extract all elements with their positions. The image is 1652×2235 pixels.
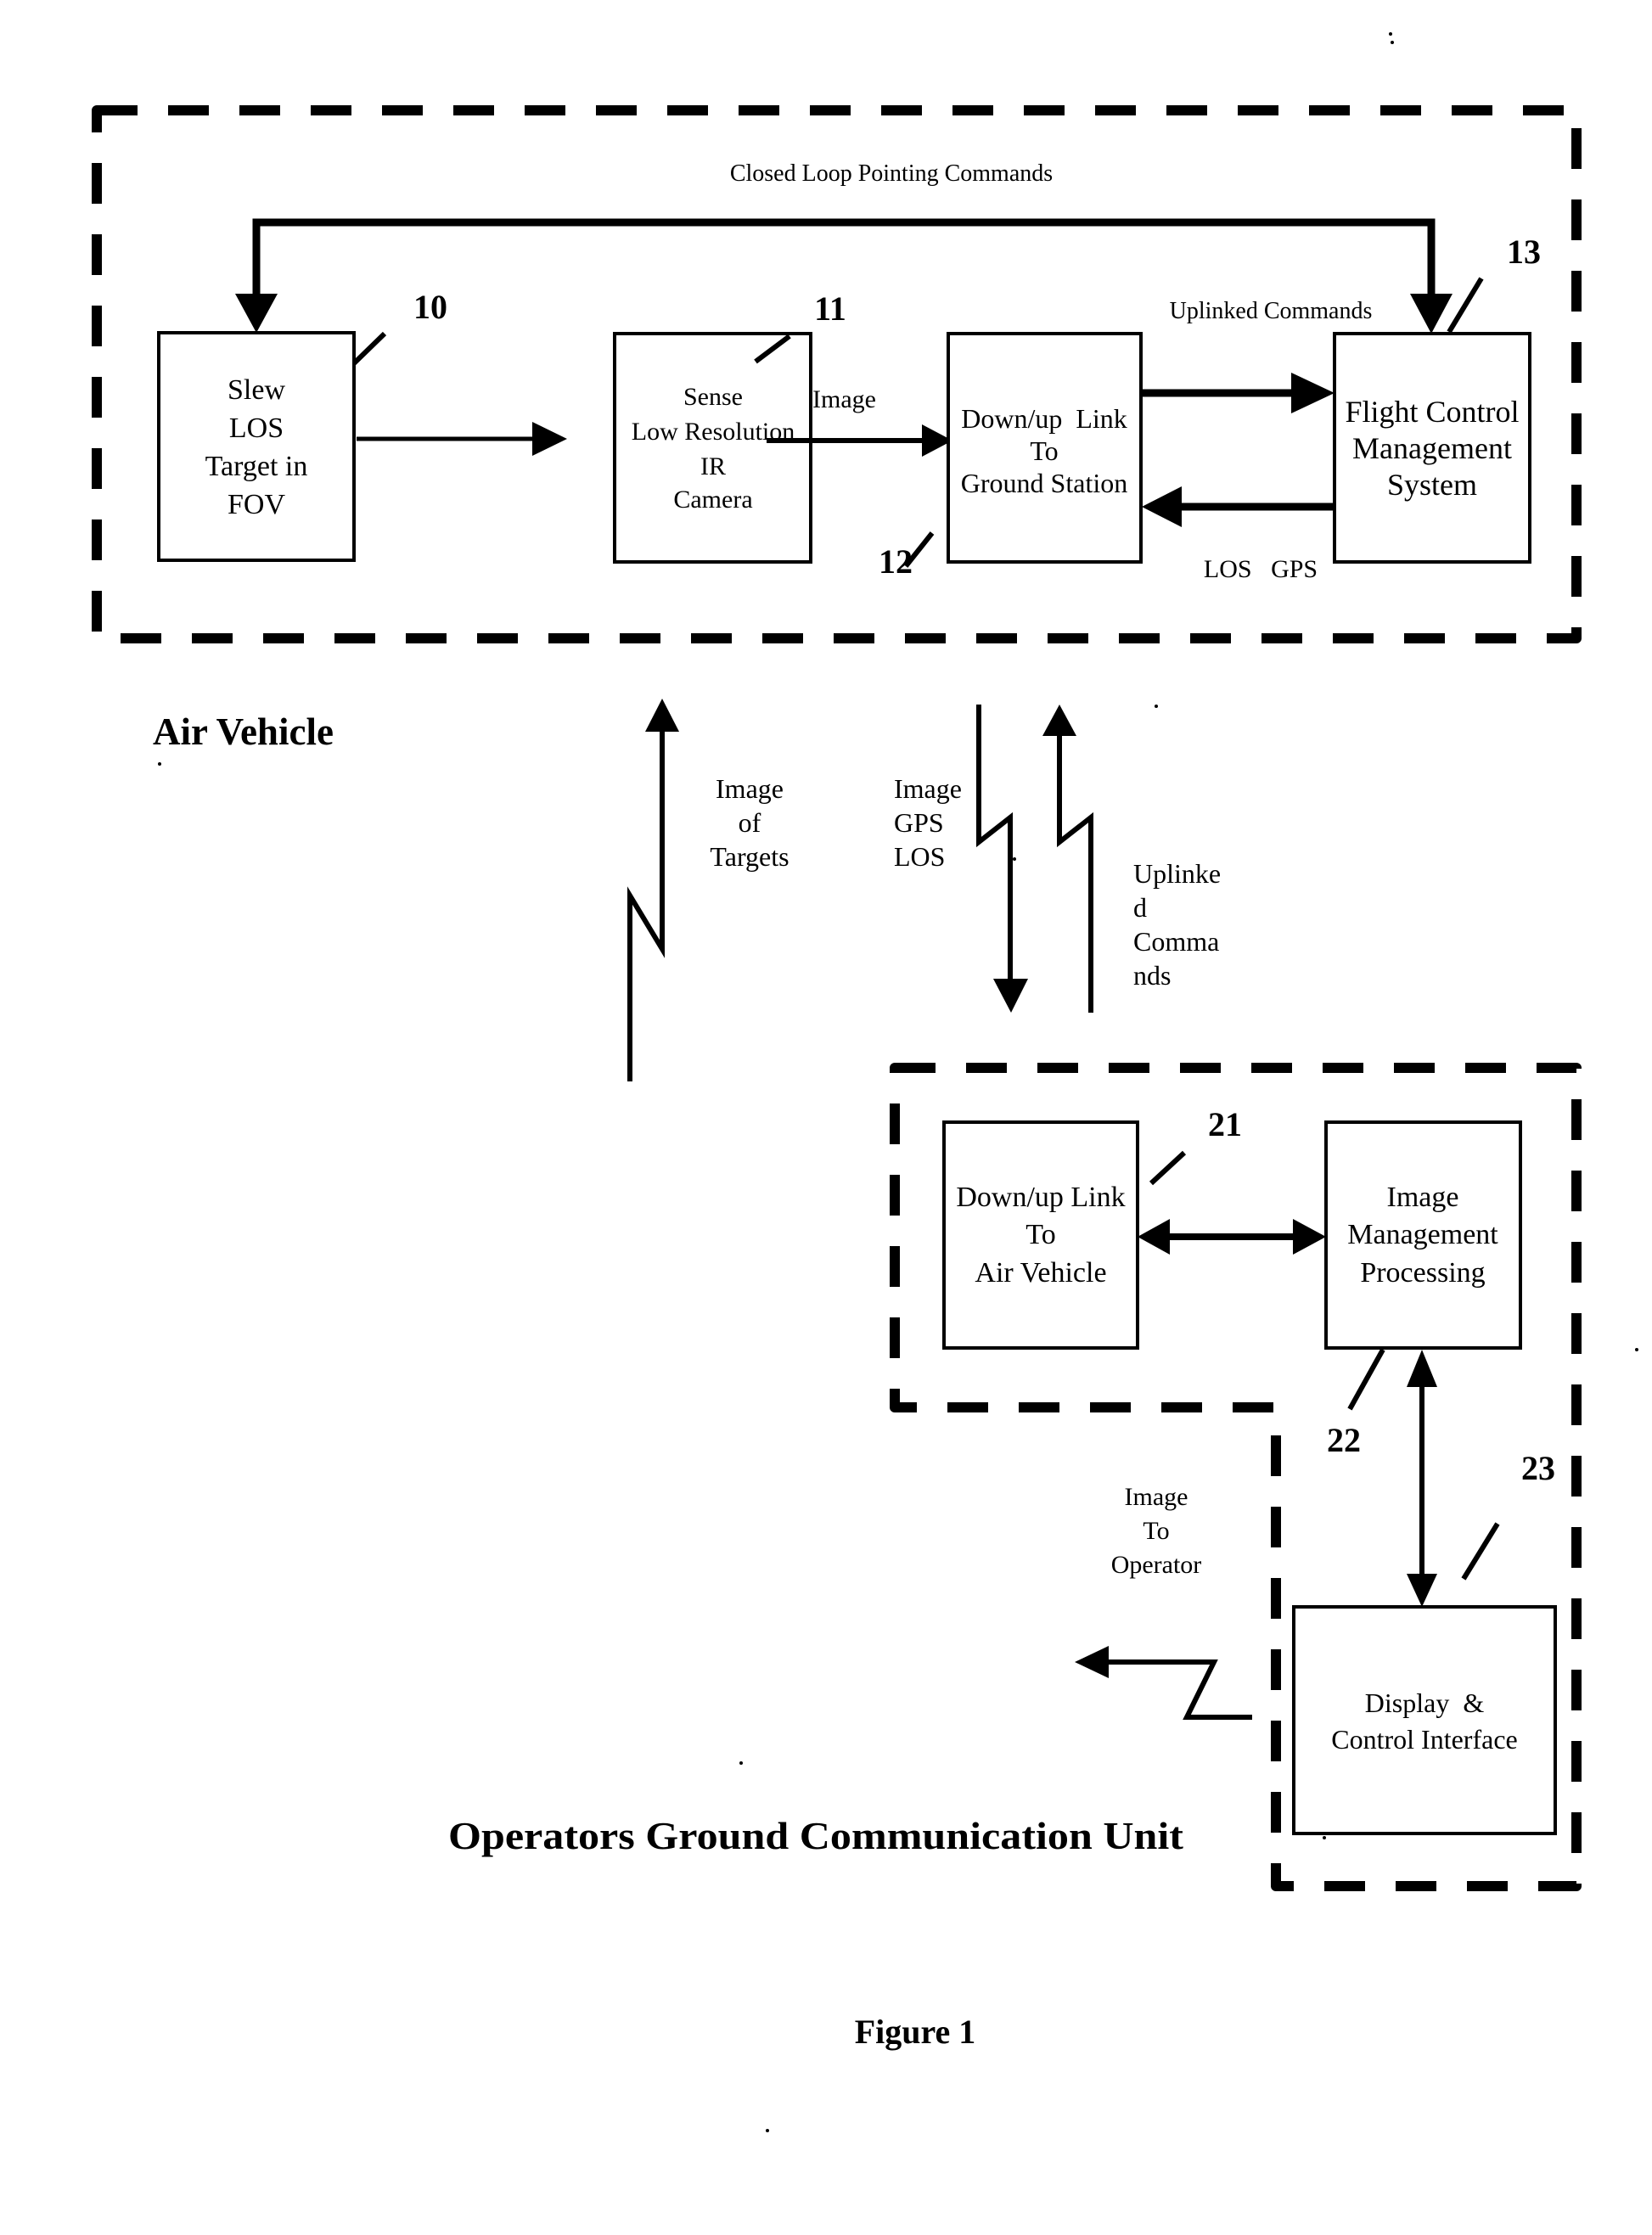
block-13-line: System [1387,468,1477,502]
block-11-line: IR [700,452,726,480]
block-10-line: FOV [228,489,285,520]
closed-loop-label: Closed Loop Pointing Commands [730,160,1053,187]
block-10-ref-number: 10 [413,288,447,326]
image-to-operator-label-line: Operator [1111,1551,1202,1579]
block-23-line: Display & [1365,1687,1485,1718]
arrow-10-to-11-head [532,422,567,456]
image-of-targets-label-line: Image [716,773,784,804]
arrow-13-to-12-head [1142,486,1182,527]
downlink-lightning-link [976,705,1013,981]
ground-unit-title: Operators Ground Communication Unit [448,1814,1184,1857]
block-23-leader-line [1461,1522,1500,1581]
air-vehicle-title: Air Vehicle [153,710,334,753]
block-23-ref-number: 23 [1521,1449,1555,1487]
uplink-label-line: Uplinke [1133,858,1221,889]
wireless-links: Image of Targets Image GPS LOS Uplinke d… [627,699,1221,1081]
uplink-label-line: Comma [1133,926,1219,957]
arrow-12-to-13-head [1291,373,1335,413]
block-13-leader-line [1447,277,1484,334]
image-to-operator-lightning-link [1106,1659,1252,1720]
block-23-line: Control Interface [1331,1724,1517,1755]
image-of-targets-arrowhead [645,699,679,732]
scan-speck [158,762,161,766]
block-13-ref-number: 13 [1507,233,1541,271]
los-gps-label: LOS GPS [1204,555,1318,583]
scan-speck [766,2129,769,2132]
system-block-diagram: Closed Loop Pointing Commands Slew LOS T… [92,32,1638,2132]
block-10-line: Target in [205,451,308,482]
block-13-line: Flight Control [1345,395,1519,429]
image-to-operator-label-line: To [1143,1517,1169,1545]
block-10-slew-los: Slew LOS Target in FOV 10 [157,288,447,562]
block-12-ref-number: 12 [879,542,913,581]
block-11-ref-number: 11 [814,289,846,328]
closed-loop-arrow-line [252,218,1436,295]
block-10-line: LOS [229,413,284,444]
block-23-box [1292,1605,1557,1835]
block-12-line: Down/up Link [961,403,1127,434]
block-21-ref-number: 21 [1208,1105,1242,1143]
downlink-label-line: LOS [894,841,945,872]
downlink-label-line: Image [894,773,962,804]
block-11-line: Sense [683,383,743,411]
scan-speck [1391,41,1394,44]
image-to-operator-arrowhead [1075,1646,1109,1678]
image-to-operator-label-line: Image [1125,1483,1188,1511]
block-13-line: Management [1352,431,1512,465]
image-of-targets-label-line: Targets [710,841,789,872]
downlink-label-line: GPS [894,807,944,838]
scan-speck [1013,857,1016,861]
image-of-targets-lightning-link [627,730,665,1081]
scan-speck [1389,32,1392,36]
block-21-line: To [1025,1219,1055,1250]
arrow-21-22-head-left [1138,1219,1170,1255]
scan-speck [1323,1836,1326,1839]
downlink-arrowhead [993,979,1028,1013]
block-11-line: Camera [673,486,752,514]
block-21-line: Air Vehicle [975,1257,1106,1289]
uplinked-commands-label: Uplinked Commands [1170,298,1373,324]
block-13-flight-control: Flight Control Management System 13 [1333,233,1541,564]
arrow-22-23-head-down [1407,1574,1437,1607]
arrow-22-23-head-up [1407,1350,1437,1387]
closed-loop-arrowhead-to-block-10 [235,294,278,333]
uplink-label-line: nds [1133,960,1171,991]
block-21-downlink-air-vehicle: Down/up Link To Air Vehicle 21 [942,1105,1242,1350]
uplink-arrowhead [1042,705,1076,736]
block-10-leader-line [351,331,387,366]
block-22-line: Image [1387,1182,1459,1213]
block-22-ref-number: 22 [1327,1421,1361,1459]
arrow-21-22-head-right [1293,1219,1326,1255]
scan-speck [1155,705,1158,708]
block-21-leader-line [1149,1150,1187,1186]
ground-unit-section: Down/up Link To Air Vehicle 21 Image Man… [890,1063,1582,1891]
block-12-downlink-ground-station: Down/up Link To Ground Station 12 [879,332,1143,581]
uplink-lightning-link [1057,734,1093,1013]
block-22-leader-line [1347,1348,1385,1411]
block-10-line: Slew [228,374,285,406]
block-22-line: Processing [1360,1257,1485,1289]
scan-speck [739,1761,743,1765]
image-arrow-label: Image [812,385,876,413]
block-22-line: Management [1347,1219,1498,1250]
scan-speck [1635,1348,1638,1351]
figure-caption: Figure 1 [855,2013,976,2051]
block-11-box [613,332,812,564]
block-12-line: Ground Station [961,468,1127,498]
block-11-ir-camera: Sense Low Resolution IR Camera 11 [613,289,846,564]
block-12-line: To [1030,435,1058,466]
uplink-label-line: d [1133,892,1147,923]
block-21-line: Down/up Link [956,1182,1125,1213]
block-10-box [157,331,356,562]
air-vehicle-section: Closed Loop Pointing Commands Slew LOS T… [92,105,1582,643]
image-of-targets-label-line: of [739,807,761,838]
closed-loop-arrowhead-to-block-13 [1410,294,1453,334]
